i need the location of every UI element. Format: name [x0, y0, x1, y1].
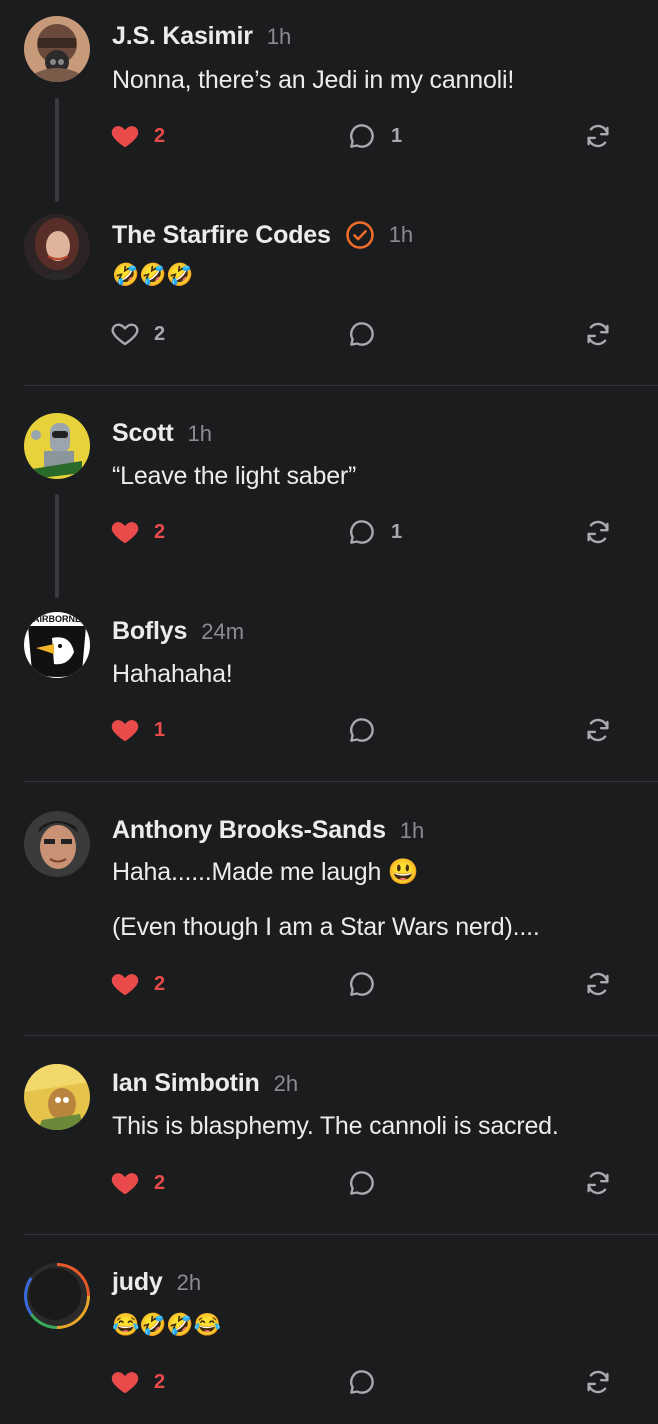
- like-count: 2: [154, 972, 166, 995]
- avatar[interactable]: [24, 413, 90, 479]
- comment-author[interactable]: judy: [112, 1268, 163, 1297]
- comment-text: 🤣🤣🤣: [112, 262, 194, 287]
- comment-text: 😂🤣🤣😂: [112, 1312, 221, 1337]
- restack-button[interactable]: [583, 1163, 613, 1203]
- comment-bubble-icon: [350, 1171, 374, 1195]
- comment-text: Hahahaha!: [112, 660, 233, 688]
- comment-author[interactable]: Anthony Brooks-Sands: [112, 816, 386, 845]
- comment-text-second-paragraph: (Even though I am a Star Wars nerd)....: [112, 913, 540, 941]
- reply-count: 1: [391, 124, 403, 147]
- avatar[interactable]: [24, 1064, 90, 1130]
- heart-filled-icon: [111, 126, 139, 148]
- reply-count: 1: [391, 520, 403, 543]
- comment-author[interactable]: Boflys: [112, 617, 187, 646]
- divider: [24, 1035, 658, 1036]
- comment-text: Nonna, there’s an Jedi in my cannoli!: [112, 66, 515, 94]
- heart-filled-icon: [111, 720, 139, 742]
- restack-icon: [587, 1370, 609, 1394]
- avatar[interactable]: [24, 1263, 90, 1329]
- restack-button[interactable]: [583, 512, 613, 552]
- reply-button[interactable]: [347, 964, 377, 1004]
- airborne-tab-text: AIRBORNE: [33, 614, 81, 624]
- divider: [24, 385, 658, 386]
- comment-author[interactable]: The Starfire Codes: [112, 221, 331, 250]
- reply-button[interactable]: 1: [347, 116, 402, 156]
- like-button[interactable]: 2: [110, 964, 165, 1004]
- like-count: 2: [154, 1370, 166, 1393]
- comment-time[interactable]: 2h: [177, 1270, 201, 1296]
- avatar[interactable]: [24, 214, 90, 280]
- heart-outline-icon: [111, 323, 139, 346]
- divider: [24, 781, 658, 782]
- like-count: 2: [154, 520, 166, 543]
- comment-bubble-icon: [350, 972, 374, 996]
- verified-check-icon: [345, 221, 374, 249]
- restack-button[interactable]: [583, 710, 613, 750]
- comment-bubble-icon: [350, 124, 374, 148]
- reply-button[interactable]: [347, 710, 377, 750]
- heart-filled-icon: [111, 1173, 139, 1195]
- comment-time[interactable]: 1h: [188, 421, 212, 447]
- comment-text: Haha......Made me laugh 😃: [112, 858, 419, 886]
- restack-icon: [587, 1171, 609, 1195]
- comment-bubble-icon: [350, 1370, 374, 1394]
- restack-button[interactable]: [583, 964, 613, 1004]
- like-button[interactable]: 1: [110, 710, 165, 750]
- comment-time[interactable]: 1h: [267, 24, 291, 50]
- reply-button[interactable]: [347, 1163, 377, 1203]
- comment-author[interactable]: Scott: [112, 419, 174, 448]
- comment-text: This is blasphemy. The cannoli is sacred…: [112, 1112, 559, 1140]
- heart-filled-icon: [111, 522, 139, 544]
- like-button[interactable]: 2: [110, 512, 165, 552]
- restack-icon: [587, 718, 609, 742]
- comment-time[interactable]: 24m: [201, 619, 244, 645]
- avatar[interactable]: [24, 811, 90, 877]
- like-count: 2: [154, 124, 166, 147]
- divider: [24, 1234, 658, 1235]
- heart-filled-icon: [111, 974, 139, 996]
- restack-icon: [587, 520, 609, 544]
- like-count: 2: [154, 1171, 166, 1194]
- comment-bubble-icon: [350, 718, 374, 742]
- comment-time[interactable]: 2h: [274, 1071, 298, 1097]
- avatar[interactable]: [24, 16, 90, 82]
- reply-button[interactable]: [347, 1362, 377, 1402]
- like-count: 2: [154, 322, 166, 345]
- reply-button[interactable]: 1: [347, 512, 402, 552]
- comment-text: “Leave the light saber”: [112, 462, 357, 490]
- restack-icon: [587, 322, 609, 346]
- like-count: 1: [154, 718, 166, 741]
- like-button[interactable]: 2: [110, 1362, 165, 1402]
- restack-icon: [587, 124, 609, 148]
- comment-author[interactable]: J.S. Kasimir: [112, 22, 253, 51]
- restack-button[interactable]: [583, 1362, 613, 1402]
- restack-button[interactable]: [583, 116, 613, 156]
- comment-bubble-icon: [350, 322, 374, 346]
- comment-time[interactable]: 1h: [389, 222, 413, 248]
- restack-icon: [587, 972, 609, 996]
- avatar[interactable]: AIRBORNE: [24, 612, 90, 678]
- like-button[interactable]: 2: [110, 314, 165, 354]
- comment-author[interactable]: Ian Simbotin: [112, 1069, 260, 1098]
- comment-time[interactable]: 1h: [400, 818, 424, 844]
- reply-button[interactable]: [347, 314, 377, 354]
- comment-bubble-icon: [350, 520, 374, 544]
- like-button[interactable]: 2: [110, 1163, 165, 1203]
- like-button[interactable]: 2: [110, 116, 165, 156]
- heart-filled-icon: [111, 1372, 139, 1394]
- restack-button[interactable]: [583, 314, 613, 354]
